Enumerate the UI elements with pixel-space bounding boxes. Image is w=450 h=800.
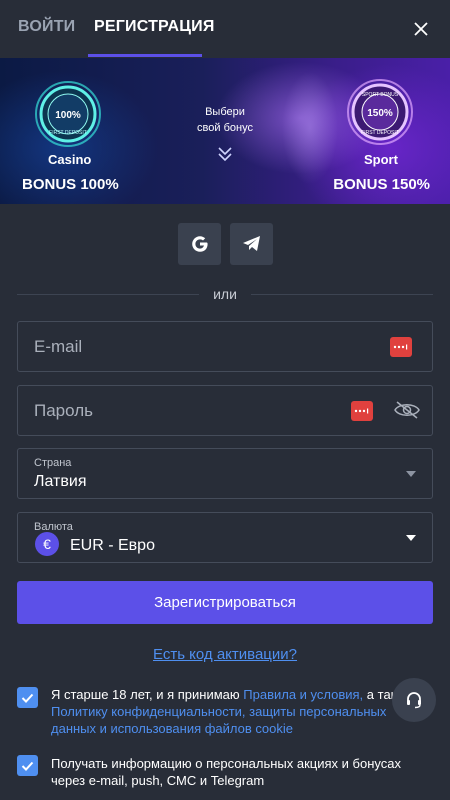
country-select[interactable]: Страна Латвия — [17, 448, 433, 499]
telegram-login-button[interactable] — [230, 223, 273, 265]
sport-label: Sport — [364, 152, 398, 167]
casino-medal-subtext: FIRST DEPOSIT — [49, 130, 87, 136]
country-label: Страна — [34, 457, 72, 469]
choose-bonus-text: Выбери свой бонус — [185, 104, 265, 136]
divider-line-right — [251, 294, 433, 295]
choose-line-1: Выбери — [205, 106, 245, 118]
sport-bonus-medal[interactable]: SPORT BONUS 150% FIRST DEPOSIT — [346, 78, 414, 146]
tab-register[interactable]: РЕГИСТРАЦИЯ — [94, 18, 215, 36]
active-tab-indicator — [88, 54, 202, 57]
currency-select[interactable]: Валюта € EUR - Евро — [17, 512, 433, 563]
auth-header: ВОЙТИ РЕГИСТРАЦИЯ — [0, 0, 450, 58]
password-manager-icon[interactable] — [351, 401, 373, 421]
privacy-policy-link[interactable]: Политику конфиденциальности, защиты перс… — [51, 704, 386, 736]
email-field — [17, 321, 433, 372]
age-consent-checkbox[interactable] — [17, 687, 38, 708]
google-icon — [191, 236, 208, 252]
country-value: Латвия — [34, 473, 87, 490]
bonus-banner: 100% FIRST DEPOSIT Casino BONUS 100% Выб… — [0, 58, 450, 204]
terms-link[interactable]: Правила и условия, — [243, 687, 363, 702]
casino-bonus-text[interactable]: BONUS 100% — [22, 176, 119, 193]
telegram-icon — [242, 236, 260, 251]
password-field — [17, 385, 433, 436]
age-consent-text: Я старше 18 лет, и я принимаю Правила и … — [51, 686, 427, 737]
casino-label: Casino — [48, 152, 92, 167]
chevron-down-icon — [406, 471, 416, 477]
age-consent-text-start: Я старше 18 лет, и я принимаю — [51, 687, 244, 702]
sport-medal-text: 150% — [367, 108, 393, 119]
currency-value: EUR - Евро — [70, 537, 155, 554]
currency-label: Валюта — [34, 521, 73, 533]
close-icon[interactable] — [412, 20, 430, 38]
eye-icon[interactable] — [394, 400, 420, 420]
tab-login[interactable]: ВОЙТИ — [18, 18, 75, 36]
sport-bonus-text[interactable]: BONUS 150% — [333, 176, 430, 193]
divider-or-text: или — [213, 286, 237, 302]
choose-line-2: свой бонус — [197, 122, 253, 134]
password-manager-icon[interactable] — [390, 337, 412, 357]
casino-medal-text: 100% — [55, 110, 81, 121]
divider-line-left — [17, 294, 199, 295]
checkmark-icon — [21, 693, 34, 703]
chevron-down-icon — [406, 535, 416, 541]
euro-icon: € — [35, 532, 59, 556]
support-chat-button[interactable] — [392, 678, 436, 722]
headset-icon — [407, 692, 421, 709]
chevrons-down-icon — [218, 147, 232, 162]
marketing-consent-text: Получать информацию о персональных акция… — [51, 756, 401, 788]
google-login-button[interactable] — [178, 223, 221, 265]
sport-medal-toptext: SPORT BONUS — [362, 92, 399, 98]
checkmark-icon — [21, 761, 34, 771]
email-input[interactable] — [34, 337, 374, 357]
marketing-consent-checkbox[interactable] — [17, 755, 38, 776]
password-input[interactable] — [34, 401, 374, 421]
activation-code-link[interactable]: Есть код активации? — [0, 646, 450, 663]
register-button[interactable]: Зарегистрироваться — [17, 581, 433, 624]
sport-medal-subtext: FIRST DEPOSIT — [361, 130, 399, 136]
casino-bonus-medal[interactable]: 100% FIRST DEPOSIT — [34, 80, 102, 148]
